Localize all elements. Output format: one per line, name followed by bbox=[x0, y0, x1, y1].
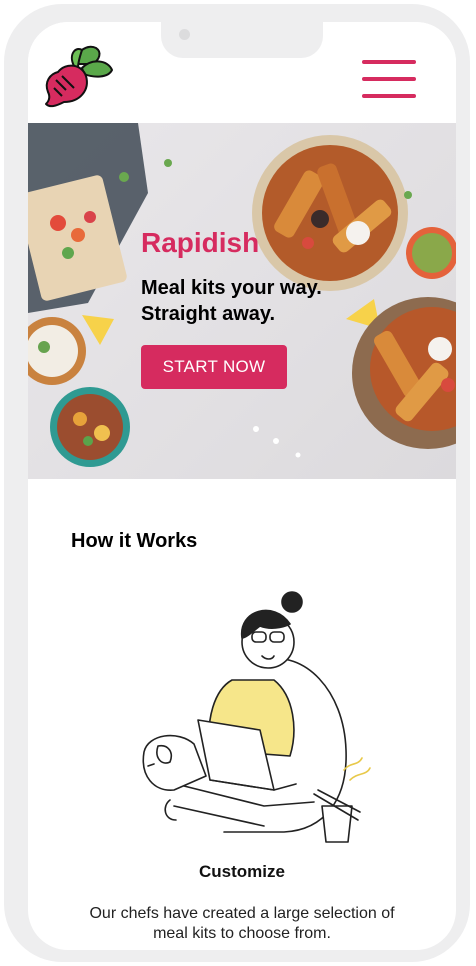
hero-tagline: Meal kits your way. Straight away. bbox=[141, 275, 381, 327]
hero-tagline-line1: Meal kits your way. bbox=[141, 277, 322, 299]
beet-icon[interactable] bbox=[36, 42, 116, 108]
phone-screen: Rapidish Meal kits your way. Straight aw… bbox=[28, 22, 456, 950]
phone-notch bbox=[161, 8, 323, 58]
step-title-customize: Customize bbox=[199, 862, 285, 881]
start-now-button[interactable]: START NOW bbox=[141, 345, 287, 389]
camera-icon bbox=[179, 29, 190, 40]
how-it-works-title: How it Works bbox=[71, 530, 198, 552]
hamburger-menu-icon[interactable] bbox=[362, 60, 416, 98]
step-description: Our chefs have created a large selection… bbox=[89, 905, 395, 942]
phone-frame: Rapidish Meal kits your way. Straight aw… bbox=[4, 4, 470, 962]
hero-tagline-line2: Straight away. bbox=[141, 303, 276, 325]
woman-with-laptop-illustration bbox=[142, 591, 371, 843]
hero-banner: Rapidish Meal kits your way. Straight aw… bbox=[28, 123, 456, 479]
hero-brand-title: Rapidish bbox=[141, 227, 260, 258]
